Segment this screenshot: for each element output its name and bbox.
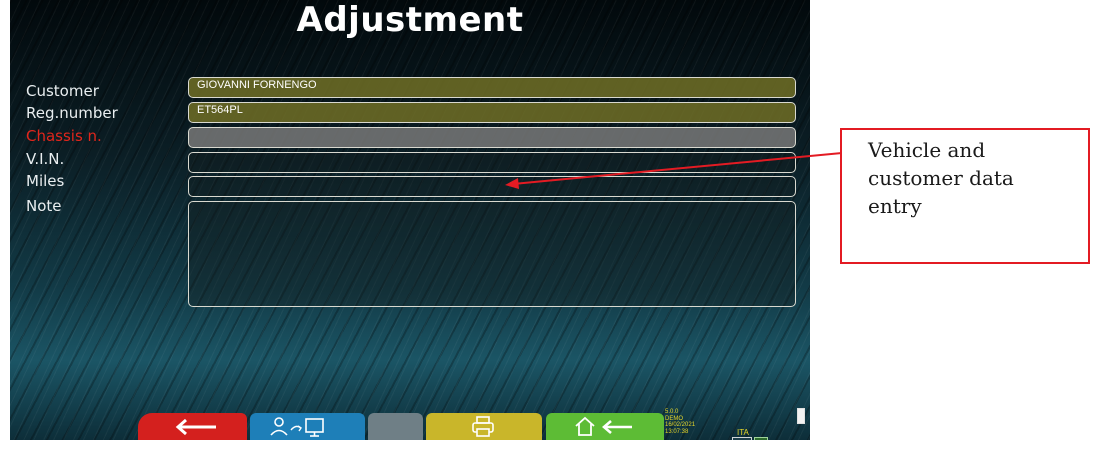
annotation-line-2: customer data	[868, 166, 1014, 190]
annotation-callout: Vehicle and customer data entry	[840, 128, 1090, 264]
annotation-line-1: Vehicle and	[868, 138, 986, 162]
annotation-line-3: entry	[868, 194, 922, 218]
